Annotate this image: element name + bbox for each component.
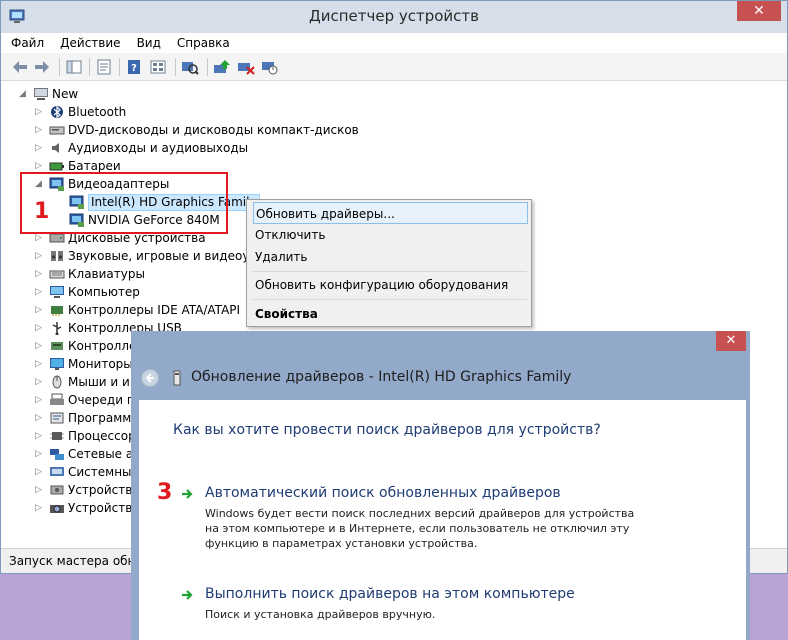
expand-arrow-icon[interactable]: ▷: [35, 103, 45, 121]
menu-item-update-driver[interactable]: Обновить драйверы...: [253, 202, 528, 224]
battery-icon: [49, 162, 64, 171]
window-close-button[interactable]: ✕: [737, 1, 781, 21]
tree-item[interactable]: ▷ DVD-дисководы и дисководы компакт-диско…: [1, 121, 781, 139]
highlight-box: [20, 172, 228, 234]
title-bar[interactable]: Диспетчер устройств ✕: [1, 1, 787, 33]
menu-separator: [253, 299, 527, 300]
show-hide-console-tree-icon[interactable]: [65, 59, 83, 75]
forward-arrow-icon[interactable]: [33, 59, 51, 75]
back-arrow-icon[interactable]: [11, 59, 29, 75]
view-icon[interactable]: [149, 59, 167, 75]
help-icon[interactable]: ?: [125, 59, 143, 75]
marker-1: 1: [34, 199, 50, 224]
print-queue-icon: [50, 393, 64, 405]
expand-arrow-icon[interactable]: ▷: [35, 409, 45, 427]
green-arrow-icon: [182, 489, 193, 499]
disable-device-icon[interactable]: [261, 59, 279, 75]
tree-item-label: Аудиовходы и аудиовыходы: [68, 141, 249, 155]
menu-help[interactable]: Справка: [171, 33, 236, 53]
expand-arrow-icon[interactable]: ▷: [35, 355, 45, 373]
expand-arrow-icon[interactable]: ▷: [35, 427, 45, 445]
device-card-icon: [173, 370, 181, 386]
option-auto-search-description: Windows будет вести поиск последних верс…: [205, 507, 635, 550]
keyboard-icon: [49, 270, 65, 279]
update-driver-wizard: ✕ Обновление драйверов - Intel(R) HD Gra…: [131, 331, 750, 640]
storage-controller-icon: [51, 342, 63, 350]
uninstall-device-icon[interactable]: [237, 59, 255, 75]
wizard-header: Обновление драйверов - Intel(R) HD Graph…: [131, 351, 750, 401]
tree-root[interactable]: ◢ New: [1, 85, 781, 103]
svg-text:?: ?: [131, 63, 137, 74]
menu-view[interactable]: Вид: [131, 33, 167, 53]
system-device-icon: [50, 467, 64, 476]
properties-icon[interactable]: [95, 59, 113, 75]
wizard-question: Как вы хотите провести поиск драйверов д…: [173, 422, 601, 438]
mouse-icon: [52, 375, 62, 389]
menu-item-uninstall[interactable]: Удалить: [253, 246, 528, 268]
monitor-icon: [50, 358, 64, 370]
marker-3: 3: [157, 480, 173, 505]
green-arrow-icon: [182, 590, 193, 600]
tree-item-label: DVD-дисководы и дисководы компакт-дисков: [68, 123, 359, 137]
option-auto-search-title[interactable]: Автоматический поиск обновленных драйвер…: [205, 485, 561, 501]
expand-arrow-icon[interactable]: ▷: [35, 265, 45, 283]
expand-arrow-icon[interactable]: ▷: [35, 337, 45, 355]
processor-icon: [50, 432, 64, 440]
tree-item-label: Bluetooth: [68, 105, 127, 119]
bluetooth-icon: [51, 105, 63, 119]
window-title: Диспетчер устройств: [308, 7, 479, 25]
tree-item[interactable]: ▷ Аудиовходы и аудиовыходы: [1, 139, 781, 157]
scan-hardware-icon[interactable]: [181, 59, 199, 75]
software-device-icon: [50, 412, 64, 424]
toolbar: ?: [1, 53, 787, 81]
option-browse-computer-title[interactable]: Выполнить поиск драйверов на этом компью…: [205, 586, 575, 602]
wizard-title: Обновление драйверов - Intel(R) HD Graph…: [191, 369, 572, 385]
menu-file[interactable]: Файл: [5, 33, 50, 53]
back-arrow-icon: [145, 373, 154, 383]
expand-arrow-icon[interactable]: ▷: [35, 391, 45, 409]
expand-arrow-icon[interactable]: ▷: [35, 121, 45, 139]
imaging-device-icon: [50, 505, 64, 513]
computer-root-icon: [34, 88, 48, 100]
dvd-drive-icon: [49, 126, 65, 135]
expand-arrow-icon[interactable]: ▷: [35, 301, 45, 319]
expand-arrow-icon[interactable]: ▷: [35, 463, 45, 481]
tree-item[interactable]: ▷ Bluetooth: [1, 103, 781, 121]
tree-item-label: Компьютер: [68, 285, 140, 299]
sound-icon: [51, 251, 63, 261]
expand-arrow-icon[interactable]: ▷: [35, 445, 45, 463]
expand-arrow-icon[interactable]: ▷: [35, 319, 45, 337]
menu-item-disable[interactable]: Отключить: [253, 224, 528, 246]
menu-action[interactable]: Действие: [54, 33, 126, 53]
tree-item-label: Клавиатуры: [68, 267, 145, 281]
tree-item-label: Мониторы: [68, 357, 133, 371]
expand-arrow-icon[interactable]: ▷: [35, 481, 45, 499]
menu-item-properties[interactable]: Свойства: [253, 303, 528, 325]
expand-arrow-icon[interactable]: ▷: [35, 247, 45, 265]
wizard-close-button[interactable]: ✕: [716, 331, 746, 351]
tree-item-label: Контроллеры IDE ATA/ATAPI: [68, 303, 241, 317]
hid-icon: [50, 485, 64, 495]
menu-separator: [253, 271, 527, 272]
context-menu: Обновить драйверы... Отключить Удалить О…: [246, 199, 532, 327]
wizard-body: Как вы хотите провести поиск драйверов д…: [139, 400, 746, 640]
tree-item-label: New: [52, 87, 79, 101]
menu-bar: Файл Действие Вид Справка: [1, 33, 787, 53]
update-driver-icon[interactable]: [213, 59, 231, 75]
back-button[interactable]: [141, 369, 159, 387]
expand-arrow-icon[interactable]: ▷: [35, 139, 45, 157]
expand-arrow-icon[interactable]: ▷: [35, 283, 45, 301]
menu-item-scan-hardware[interactable]: Обновить конфигурацию оборудования: [253, 274, 528, 296]
collapse-arrow-icon[interactable]: ◢: [19, 85, 29, 103]
expand-arrow-icon[interactable]: ▷: [35, 499, 45, 517]
ide-controller-icon: [51, 306, 63, 316]
network-adapter-icon: [50, 449, 64, 460]
usb-icon: [52, 322, 62, 335]
expand-arrow-icon[interactable]: ▷: [35, 373, 45, 391]
computer-icon: [50, 286, 64, 298]
audio-icon: [52, 143, 59, 153]
option-browse-computer-description: Поиск и установка драйверов вручную.: [205, 608, 436, 621]
